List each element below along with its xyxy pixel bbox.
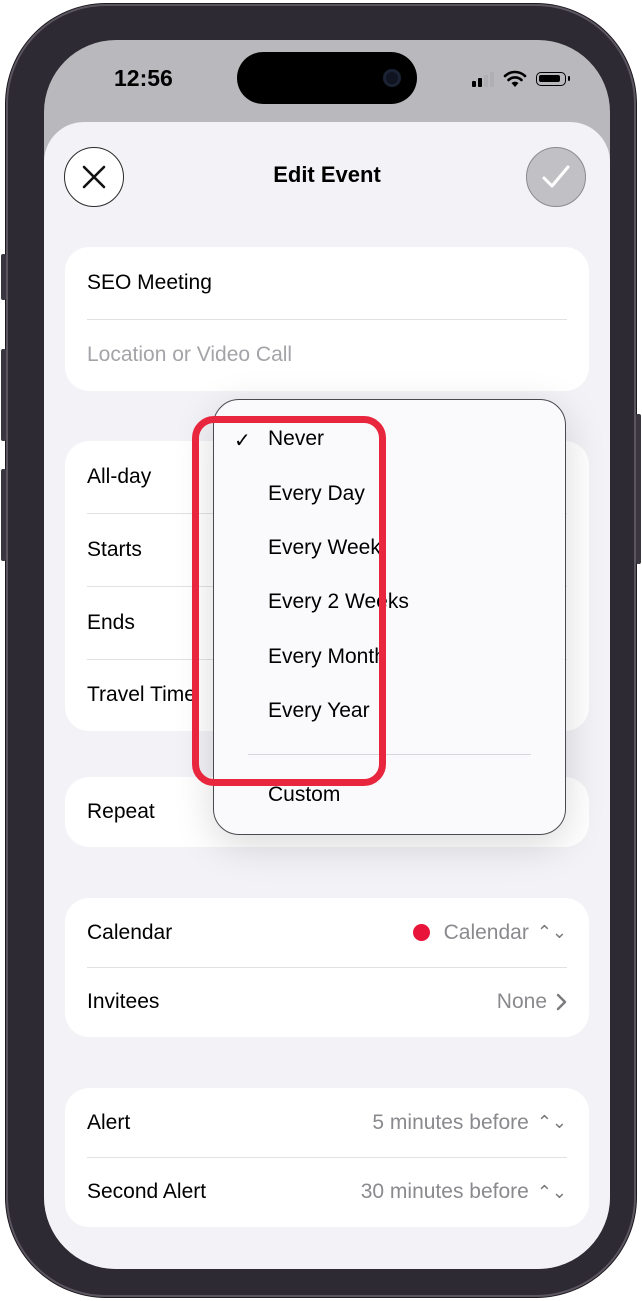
highlight-box	[192, 416, 386, 786]
battery-icon	[536, 72, 570, 86]
checkmark-icon	[542, 165, 570, 188]
title-field[interactable]: SEO Meeting	[65, 247, 589, 319]
invitees-value: None	[497, 990, 567, 1014]
volume-up-button	[1, 349, 6, 441]
second-alert-row[interactable]: Second Alert 30 minutes before ⌃⌄	[65, 1157, 589, 1227]
travel-time-label: Travel Time	[87, 683, 196, 706]
calendar-color-dot	[412, 924, 430, 941]
power-button	[636, 414, 641, 564]
second-alert-value-text: 30 minutes before	[360, 1180, 529, 1203]
second-alert-label: Second Alert	[87, 1180, 207, 1203]
camera-icon	[383, 69, 401, 87]
dynamic-island	[237, 52, 417, 104]
chevron-right-icon	[556, 993, 567, 1011]
title-location-card: SEO Meeting Location or Video Call	[65, 247, 589, 391]
invitees-value-text: None	[496, 990, 547, 1013]
title-field-value: SEO Meeting	[87, 271, 212, 294]
starts-label: Starts	[87, 537, 142, 561]
status-time: 12:56	[114, 65, 173, 91]
alerts-card: Alert 5 minutes before ⌃⌄ Second Alert 3…	[65, 1088, 589, 1227]
invitees-label: Invitees	[87, 990, 160, 1013]
volume-down-button	[1, 469, 6, 561]
alert-value-text: 5 minutes before	[372, 1110, 529, 1134]
alert-row[interactable]: Alert 5 minutes before ⌃⌄	[65, 1088, 589, 1157]
all-day-label: All-day	[87, 465, 152, 488]
calendar-label: Calendar	[87, 920, 173, 944]
calendar-value-text: Calendar	[443, 920, 529, 944]
calendar-value[interactable]: Calendar ⌃⌄	[412, 920, 567, 945]
location-field[interactable]: Location or Video Call	[65, 319, 589, 391]
action-button	[1, 254, 6, 300]
menu-item-custom[interactable]: Custom	[268, 783, 340, 807]
done-button[interactable]	[526, 147, 586, 207]
wifi-icon	[503, 70, 527, 87]
location-field-placeholder: Location or Video Call	[87, 343, 293, 366]
alert-label: Alert	[87, 1110, 131, 1134]
chevron-up-down-icon: ⌃⌄	[536, 1181, 567, 1202]
calendar-card: Calendar Calendar ⌃⌄ Invitees None	[65, 898, 589, 1037]
chevron-up-down-icon: ⌃⌄	[536, 922, 567, 942]
ends-label: Ends	[87, 610, 135, 634]
calendar-row[interactable]: Calendar Calendar ⌃⌄	[65, 898, 589, 967]
repeat-label: Repeat	[87, 800, 155, 823]
second-alert-value[interactable]: 30 minutes before ⌃⌄	[361, 1180, 567, 1204]
status-icons	[472, 70, 570, 88]
signal-icon	[472, 71, 494, 87]
chevron-up-down-icon: ⌃⌄	[536, 1112, 567, 1132]
invitees-row[interactable]: Invitees None	[65, 967, 589, 1037]
alert-value[interactable]: 5 minutes before ⌃⌄	[372, 1111, 567, 1135]
